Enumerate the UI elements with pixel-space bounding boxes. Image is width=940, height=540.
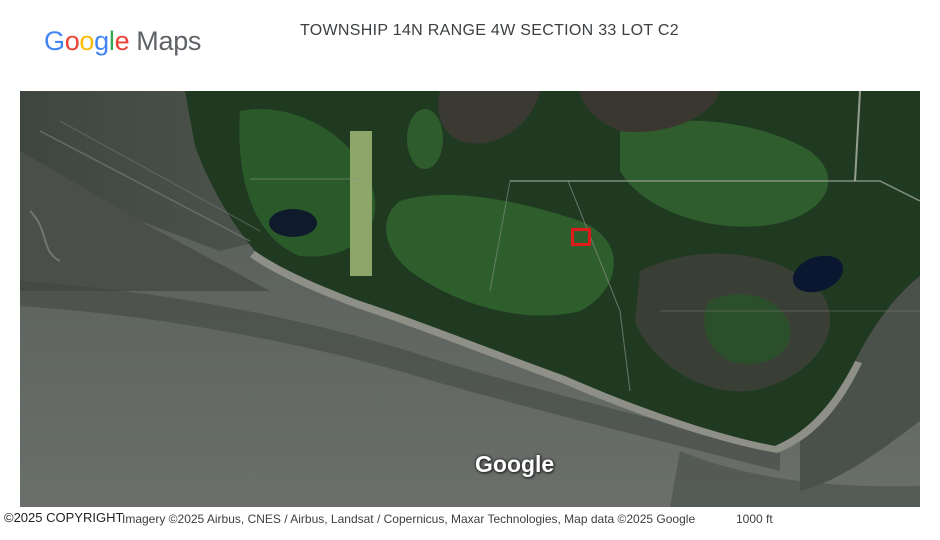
parcel-marker[interactable] [571,228,591,246]
page-header: Google Maps TOWNSHIP 14N RANGE 4W SECTION… [0,0,940,90]
logo-letter: o [64,26,80,56]
map-footer: ©2025 COPYRIGHT Imagery ©2025 Airbus, CN… [0,508,940,540]
logo-letter: o [79,26,95,56]
logo-letter: g [94,26,109,56]
maps-logo-text: Maps [136,26,202,56]
satellite-map[interactable]: Google [20,91,920,507]
google-maps-logo: Google Maps [44,26,201,57]
logo-letter: G [44,26,65,56]
page-title: TOWNSHIP 14N RANGE 4W SECTION 33 LOT C2 [300,22,679,39]
copyright-text: ©2025 COPYRIGHT [4,510,124,525]
logo-letter: e [114,26,130,56]
imagery-attribution[interactable]: Imagery ©2025 Airbus, CNES / Airbus, Lan… [122,512,695,526]
google-logo-text: Google [44,26,130,56]
satellite-imagery [20,91,920,507]
scale-label[interactable]: 1000 ft [736,512,773,526]
google-watermark: Google [475,451,555,477]
